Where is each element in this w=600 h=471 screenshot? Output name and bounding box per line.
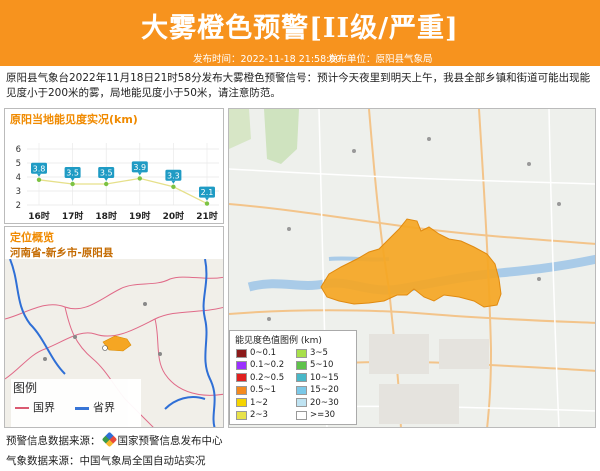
publish-time: 发布时间：2022-11-18 21:58:00 xyxy=(193,54,342,65)
legend-swatch xyxy=(236,398,247,408)
legend-item: 3~5 xyxy=(296,348,328,358)
data-label: 3.8 xyxy=(33,164,46,173)
warning-header: 大雾橙色预警[II级/严重] 发布时间：2022-11-18 21:58:00 … xyxy=(0,0,600,66)
legend-item: 0.2~0.5 xyxy=(236,373,284,383)
location-legend: 图例 国界 省界 xyxy=(11,379,141,427)
legend-item: >=30 xyxy=(296,410,335,420)
data-label-pointer xyxy=(205,197,209,201)
x-tick-label: 21时 xyxy=(196,210,218,222)
legend-item: 0~0.1 xyxy=(236,348,276,358)
data-label: 3.5 xyxy=(100,169,113,178)
legend-label: 10~15 xyxy=(310,372,339,383)
location-title: 定位概览 xyxy=(10,231,54,244)
visibility-chart: 2 3 4 5 6 3.8 16时 3.5 17时 3.5 18时 3.9 19时 3.3 20时 2.1 21… xyxy=(16,143,219,222)
publisher: 发布单位：原阳县气象局 xyxy=(328,54,433,65)
legend-swatch xyxy=(296,348,307,358)
source1-label: 预警信息数据来源： xyxy=(6,435,101,447)
source1-org: 国家预警信息发布中心 xyxy=(117,435,223,447)
legend-label: 1~2 xyxy=(250,397,268,408)
legend-swatch xyxy=(296,398,307,408)
y-tick-label: 6 xyxy=(16,145,21,155)
legend-label: 2~3 xyxy=(250,410,268,420)
data-label: 3.5 xyxy=(66,169,79,178)
legend-label: 15~20 xyxy=(310,385,339,396)
legend-swatch xyxy=(296,360,307,370)
legend-swatch xyxy=(236,410,247,420)
legend-swatch xyxy=(296,373,307,383)
legend-item: 20~30 xyxy=(296,398,339,408)
legend-item: 15~20 xyxy=(296,385,339,395)
x-tick-label: 20时 xyxy=(163,210,185,222)
legend-label: 0.5~1 xyxy=(250,385,277,396)
visibility-color-legend: 能见度色值图例 (km) 0~0.1 0.1~0.2 0.2~0.5 0.5~1 1~2… xyxy=(229,330,357,425)
source-logo-icon xyxy=(101,431,117,448)
y-tick-label: 2 xyxy=(16,201,21,211)
location-region: 河南省-新乡市-原阳县 xyxy=(10,247,114,259)
legend-label: 0.1~0.2 xyxy=(250,360,285,371)
data-point xyxy=(36,177,42,182)
y-tick-label: 4 xyxy=(16,173,21,183)
visibility-chart-panel: 原阳当地能见度实况(km) 2 3 4 5 6 3.8 16时 3.5 17时 3.5 18时 3.9… xyxy=(4,108,224,224)
footer-source-1: 预警信息数据来源： 国家预警信息发布中心 xyxy=(6,431,223,448)
warning-title: 大雾橙色预警[II级/严重] xyxy=(141,13,459,44)
data-label-pointer xyxy=(137,172,142,176)
data-point xyxy=(204,201,210,206)
data-label-pointer xyxy=(37,173,41,177)
legend-title: 能见度色值图例 (km) xyxy=(235,336,322,346)
data-label-pointer xyxy=(171,180,176,184)
x-tick-label: 19时 xyxy=(129,210,151,222)
legend-label: 0.2~0.5 xyxy=(250,372,285,383)
legend-swatch xyxy=(236,373,247,383)
data-point xyxy=(137,176,142,181)
legend-item: 2~3 xyxy=(236,410,268,420)
warning-description: 原阳县气象台2022年11月18日21时58分发布大雾橙色预警信号：预计今天夜里… xyxy=(6,72,591,99)
national-border-label: 国界 xyxy=(33,401,55,414)
data-label-pointer xyxy=(104,178,109,181)
legend-swatch xyxy=(236,385,247,395)
data-label: 3.3 xyxy=(167,171,180,180)
legend-swatch xyxy=(236,360,247,370)
legend-swatch xyxy=(296,410,307,420)
x-tick-label: 16时 xyxy=(28,210,50,222)
provincial-border-swatch xyxy=(75,407,89,410)
legend-item: 5~10 xyxy=(296,360,333,370)
header-meta: 发布时间：2022-11-18 21:58:00 发布单位：原阳县气象局 xyxy=(0,50,600,66)
x-tick-label: 18时 xyxy=(95,210,117,222)
data-point xyxy=(104,181,109,187)
data-point xyxy=(171,184,176,189)
legend-label: 5~10 xyxy=(310,360,334,371)
data-label: 3.9 xyxy=(133,163,146,172)
legend-item: 1~2 xyxy=(236,398,268,408)
y-tick-label: 3 xyxy=(16,187,21,197)
legend-label: 3~5 xyxy=(310,348,328,358)
data-label-pointer xyxy=(70,178,75,181)
legend-item: 0.5~1 xyxy=(236,385,276,395)
legend-swatch xyxy=(236,348,247,358)
national-border-swatch xyxy=(15,407,29,409)
footer-source-2: 气象数据来源：中国气象局全国自动站实况 xyxy=(6,455,206,467)
location-legend-title: 图例 xyxy=(13,381,38,395)
legend-item: 0.1~0.2 xyxy=(236,360,284,370)
location-panel: 定位概览 河南省-新乡市-原阳县 图例 国界 省界 xyxy=(4,226,224,428)
legend-swatch xyxy=(296,385,307,395)
legend-label: 0~0.1 xyxy=(250,348,277,358)
data-point xyxy=(70,181,75,187)
x-tick-label: 17时 xyxy=(62,210,84,222)
data-label: 2.1 xyxy=(201,188,214,197)
legend-label: >=30 xyxy=(310,410,336,420)
legend-label: 20~30 xyxy=(310,397,339,408)
provincial-border-label: 省界 xyxy=(93,401,115,414)
legend-item: 10~15 xyxy=(296,373,339,383)
y-tick-label: 5 xyxy=(16,159,21,169)
